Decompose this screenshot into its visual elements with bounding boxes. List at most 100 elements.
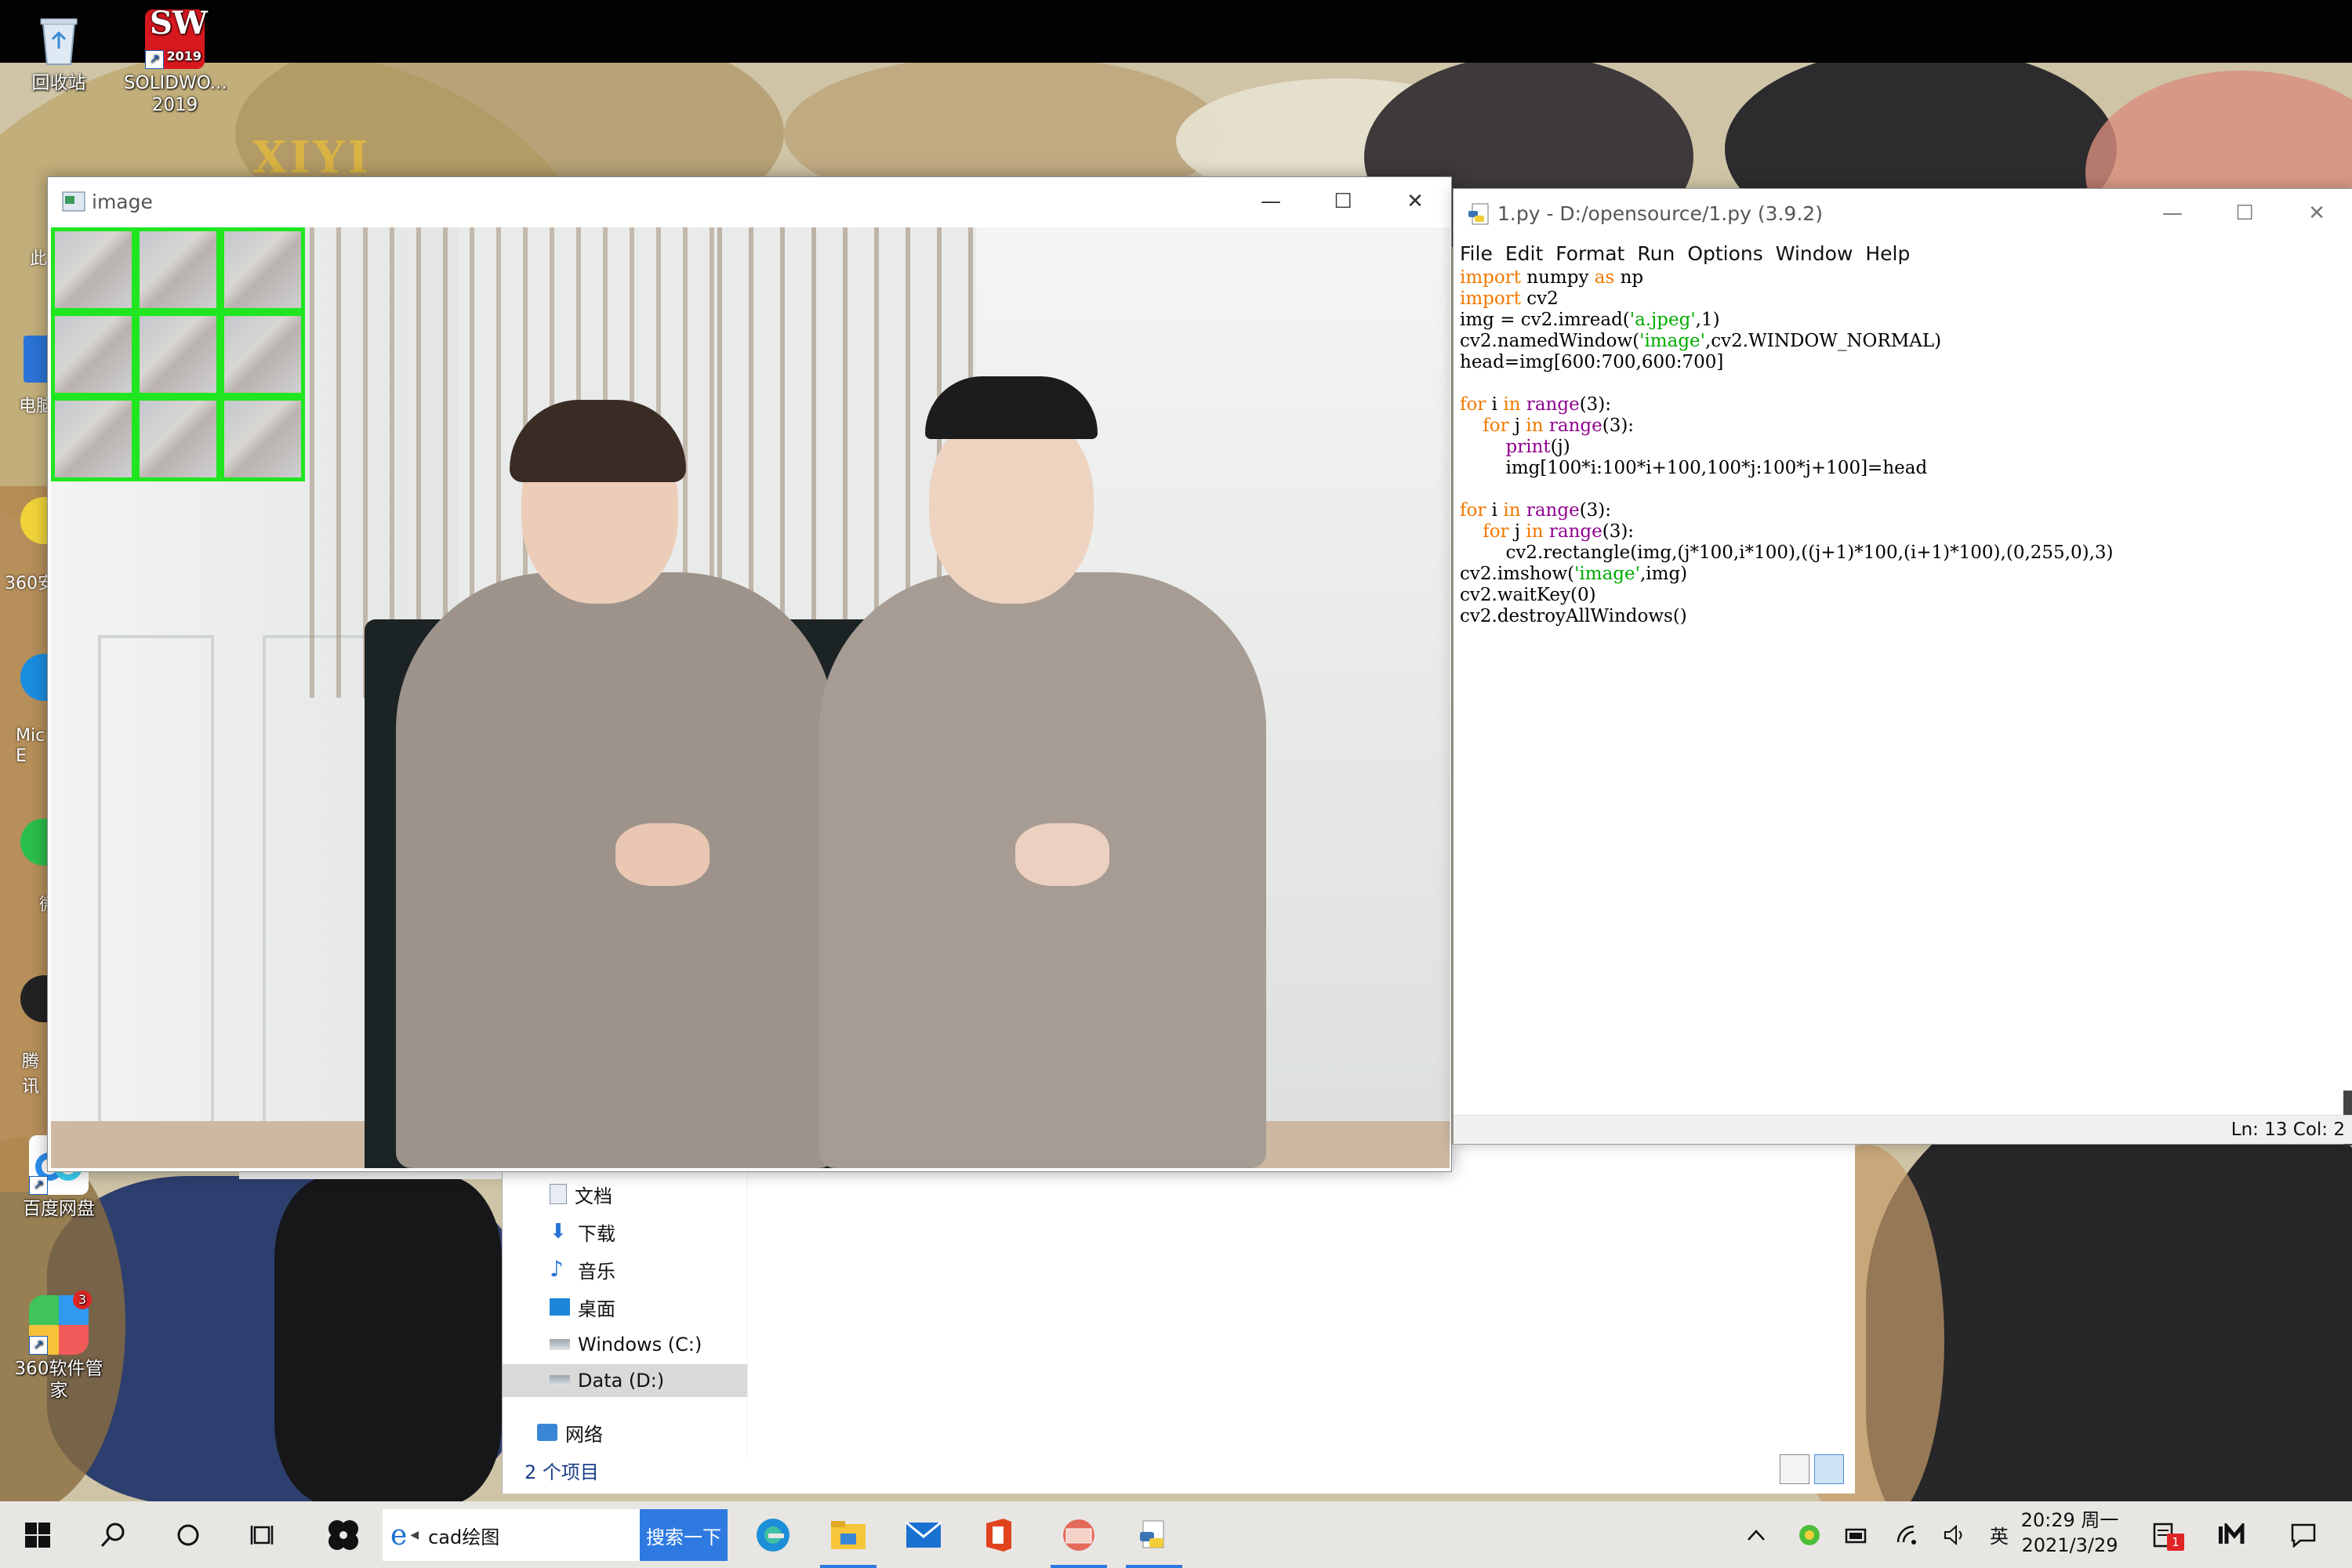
nav-item-music[interactable]: ♪ 音乐: [550, 1253, 615, 1286]
computer-icon: [24, 336, 50, 383]
code-line[interactable]: [1460, 479, 2337, 500]
grid-cell: [220, 227, 305, 312]
idle-window-title: 1.py - D:/opensource/1.py (3.9.2): [1497, 201, 1823, 225]
wallpaper-top-band: [0, 0, 2352, 63]
desktop-icon-solidworks[interactable]: SW 2019 ↗ SOLIDWO... 2019: [124, 8, 227, 116]
python-file-icon: [1468, 203, 1491, 225]
tray-battery-button[interactable]: [1838, 1501, 1875, 1568]
maximize-button[interactable]: ☐: [1307, 177, 1379, 226]
grid-cell: [136, 312, 220, 397]
image-window-title: image: [92, 190, 153, 213]
task-view-button[interactable]: [226, 1501, 301, 1568]
search-button[interactable]: [75, 1501, 151, 1568]
search-query[interactable]: cad绘图: [428, 1522, 499, 1549]
code-line[interactable]: [1460, 373, 2337, 394]
speaker-icon: [1944, 1524, 1962, 1545]
task-view-icon: [250, 1525, 274, 1544]
photo-person-left-robe: [396, 572, 835, 1168]
menu-help[interactable]: Help: [1859, 242, 1916, 265]
file-explorer-taskbar-button[interactable]: [812, 1501, 884, 1568]
nav-item-drive-d[interactable]: Data (D:): [503, 1364, 747, 1397]
search-submit-button[interactable]: 搜索一下: [640, 1509, 728, 1561]
pinwheel-icon: [328, 1519, 358, 1550]
menu-file[interactable]: File: [1454, 242, 1499, 265]
image-viewer-taskbar-button[interactable]: [1043, 1501, 1115, 1568]
photo-person-left-hands: [615, 823, 710, 886]
code-line[interactable]: for j in range(3):: [1460, 521, 2337, 543]
code-line[interactable]: for i in range(3):: [1460, 500, 2337, 521]
show-hidden-icons-button[interactable]: [1737, 1501, 1775, 1568]
grid-cell: [136, 227, 220, 312]
code-line[interactable]: head=img[600:700,600:700]: [1460, 352, 2337, 373]
opencv-image-icon: [1063, 1519, 1094, 1551]
code-line[interactable]: print(j): [1460, 437, 2337, 458]
idle-editor-window[interactable]: 1.py - D:/opensource/1.py (3.9.2) — ☐ ✕ …: [1453, 188, 2352, 1145]
image-window-icon: [62, 191, 85, 212]
menu-edit[interactable]: Edit: [1499, 242, 1549, 265]
grid-cell: [220, 312, 305, 397]
tray-im-button[interactable]: [2211, 1501, 2255, 1568]
folder-icon: [831, 1520, 866, 1549]
code-line[interactable]: for j in range(3):: [1460, 416, 2337, 437]
tray-wifi-button[interactable]: [1889, 1501, 1927, 1568]
active-app-indicator: [1126, 1565, 1182, 1568]
code-line[interactable]: img = cv2.imread('a.jpeg',1): [1460, 310, 2337, 331]
python-icon: [1140, 1520, 1164, 1548]
code-line[interactable]: cv2.imshow('image',img): [1460, 564, 2337, 585]
minimize-button[interactable]: —: [2136, 189, 2209, 238]
code-line[interactable]: import cv2: [1460, 289, 2337, 310]
start-button[interactable]: [0, 1501, 75, 1568]
grid-cell: [220, 397, 305, 481]
desktop-icon-360-software-manager[interactable]: 3 ↗ 360软件管家: [8, 1290, 110, 1402]
dropdown-arrow-icon[interactable]: ◀: [410, 1529, 419, 1541]
edge-taskbar-button[interactable]: [737, 1501, 809, 1568]
minimize-button[interactable]: —: [1235, 177, 1307, 226]
large-icons-view-button[interactable]: [1814, 1454, 1844, 1484]
menu-format[interactable]: Format: [1549, 242, 1631, 265]
code-line[interactable]: cv2.rectangle(img,(j*100,i*100),((j+1)*1…: [1460, 543, 2337, 564]
ime-indicator[interactable]: 英: [1982, 1501, 2016, 1568]
taskbar-clock[interactable]: 20:29 周一 2021/3/29: [2015, 1508, 2125, 1558]
mail-taskbar-button[interactable]: [887, 1501, 960, 1568]
tray-360-button[interactable]: [1791, 1501, 1828, 1568]
tray-notification-app-button[interactable]: 1: [2145, 1501, 2186, 1568]
desktop-icon-label: 回收站: [31, 73, 86, 93]
code-line[interactable]: img[100*i:100*i+100,100*j:100*j+100]=hea…: [1460, 458, 2337, 479]
chat-bubble-icon: [2291, 1523, 2316, 1548]
desktop-icon-recycle-bin[interactable]: 回收站: [8, 9, 110, 94]
nav-item-drive-c[interactable]: Windows (C:): [550, 1328, 702, 1361]
tray-volume-button[interactable]: [1936, 1501, 1974, 1568]
nav-item-network[interactable]: 网络: [537, 1416, 603, 1449]
explorer-nav-pane: 文档 ⬇ 下载 ♪ 音乐 桌面 Windows (C:) Data (D:) 网…: [503, 1145, 748, 1458]
desktop-icon-label: 百度网盘: [23, 1199, 95, 1219]
windows-logo-icon: [25, 1522, 50, 1548]
office-icon: [986, 1518, 1011, 1552]
code-line[interactable]: cv2.destroyAllWindows(): [1460, 606, 2337, 627]
code-editor[interactable]: import numpy as np import cv2 img = cv2.im…: [1460, 267, 2337, 1302]
taskbar-search-box[interactable]: e ◀ cad绘图 搜索一下: [383, 1509, 728, 1561]
nav-item-documents[interactable]: 文档: [550, 1178, 612, 1210]
nav-item-downloads[interactable]: ⬇ 下载: [550, 1215, 615, 1248]
photo-door-panel: [263, 635, 379, 1159]
office-taskbar-button[interactable]: [963, 1501, 1035, 1568]
menu-run[interactable]: Run: [1631, 242, 1681, 265]
menu-window[interactable]: Window: [1769, 242, 1860, 265]
desktop-icon-label: SOLIDWO... 2019: [124, 73, 227, 115]
chevron-up-icon: [1748, 1529, 1765, 1541]
code-line[interactable]: for i in range(3):: [1460, 394, 2337, 416]
code-line[interactable]: cv2.waitKey(0): [1460, 585, 2337, 606]
close-button[interactable]: ✕: [1379, 177, 1451, 226]
cortana-button[interactable]: [151, 1501, 226, 1568]
menu-options[interactable]: Options: [1681, 242, 1769, 265]
360-security-icon: [1799, 1524, 1820, 1545]
python-taskbar-button[interactable]: [1118, 1501, 1190, 1568]
nav-item-desktop[interactable]: 桌面: [550, 1290, 615, 1323]
code-line[interactable]: import numpy as np: [1460, 267, 2337, 289]
opencv-image-window[interactable]: image — ☐ ✕: [47, 176, 1452, 1172]
pinwheel-app-button[interactable]: [306, 1501, 381, 1568]
details-view-button[interactable]: [1780, 1454, 1809, 1484]
code-line[interactable]: cv2.namedWindow('image',cv2.WINDOW_NORMA…: [1460, 331, 2337, 352]
close-button[interactable]: ✕: [2281, 189, 2352, 238]
action-center-button[interactable]: [2280, 1501, 2327, 1568]
maximize-button[interactable]: ☐: [2209, 189, 2281, 238]
